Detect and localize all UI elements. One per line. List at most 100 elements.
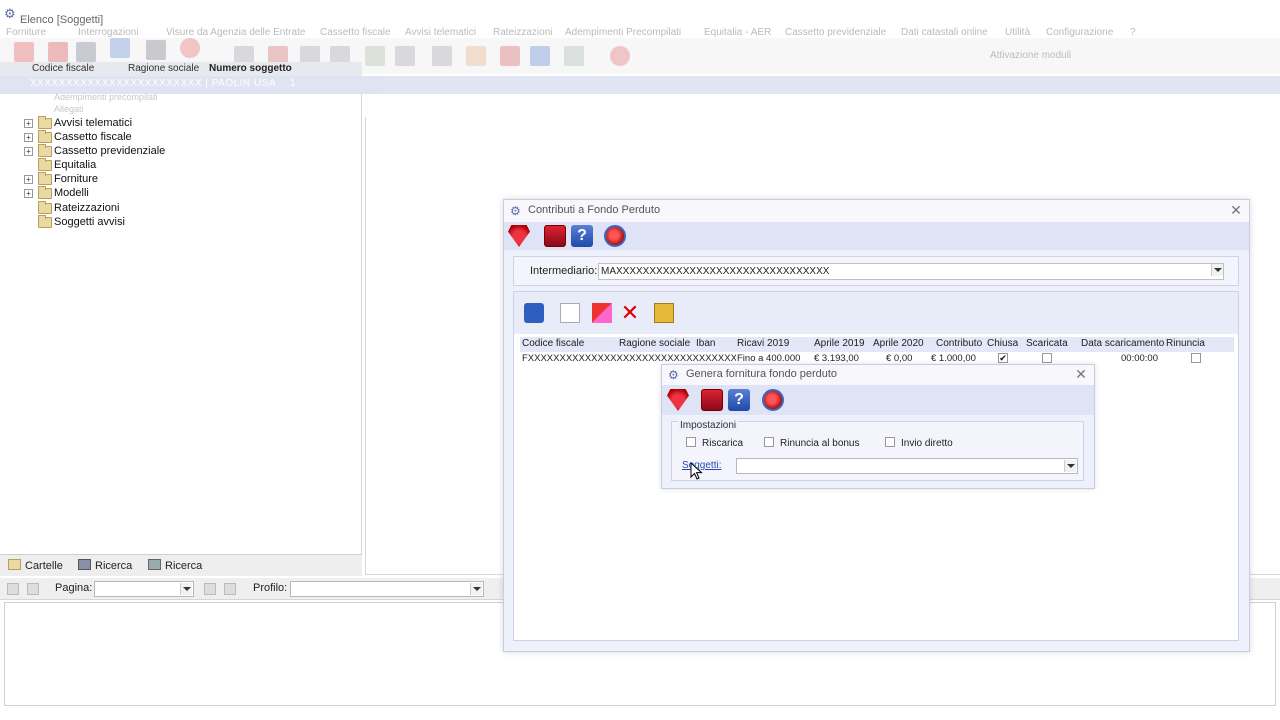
chevron-down-icon[interactable] (180, 583, 192, 595)
folder-icon (38, 144, 52, 157)
help-icon[interactable]: ? (571, 225, 593, 247)
expand-icon[interactable]: + (24, 175, 33, 184)
menu-cassetto-fiscale[interactable]: Cassetto fiscale (320, 27, 391, 38)
checkbox-box[interactable] (885, 437, 895, 447)
toolbar-tool-icon[interactable] (365, 46, 385, 66)
cell-scaricata-checkbox[interactable] (1042, 353, 1052, 363)
menu-interrogazioni[interactable]: Interrogazioni (78, 27, 139, 38)
attivazione-moduli-button[interactable]: Attivazione moduli (990, 50, 1071, 61)
cell-data-scaricamento: 00:00:00 (1121, 353, 1158, 364)
menu-help[interactable]: ? (1130, 27, 1136, 38)
help-icon[interactable]: ? (728, 389, 750, 411)
expand-icon[interactable]: + (24, 133, 33, 142)
folder-icon (38, 215, 52, 228)
toolbar-add-icon[interactable] (48, 42, 68, 62)
column-header-ragione-sociale[interactable]: Ragione sociale (619, 338, 690, 349)
last-page-button[interactable] (224, 583, 236, 595)
genera-title-bar[interactable]: ⚙ Genera fornitura fondo perduto ✕ (662, 365, 1094, 385)
toolbar-tool-icon[interactable] (564, 46, 584, 66)
intermediario-select[interactable]: MAXXXXXXXXXXXXXXXXXXXXXXXXXXXXXXXX (598, 263, 1224, 280)
menu-rateizzazioni[interactable]: Rateizzazioni (493, 27, 552, 38)
cell-chiusa-checkbox[interactable]: ✔ (998, 353, 1008, 363)
riscarica-checkbox[interactable]: Riscarica (686, 437, 743, 449)
contributi-title-bar[interactable]: ⚙ Contributi a Fondo Perduto ✕ (504, 200, 1249, 222)
toolbar-print-icon[interactable] (146, 40, 166, 60)
toolbar-filter-icon[interactable] (110, 38, 130, 58)
toolbar-exit-icon[interactable] (180, 38, 200, 58)
page-select[interactable] (94, 581, 194, 597)
toolbar-delete-icon[interactable] (14, 42, 34, 62)
menu-avvisi-telematici[interactable]: Avvisi telematici (405, 27, 476, 38)
prev-page-button[interactable] (27, 583, 39, 595)
tree-item-label: Allegati (54, 104, 84, 114)
tab-ricerca[interactable]: Ricerca (78, 559, 132, 575)
column-header-contributo[interactable]: Contributo (936, 338, 982, 349)
column-header-ricavi-2019[interactable]: Ricavi 2019 (737, 338, 789, 349)
close-icon[interactable]: ✕ (1074, 366, 1088, 382)
chevron-down-icon[interactable] (470, 583, 482, 595)
profile-label: Profilo: (253, 582, 288, 594)
refresh-icon[interactable] (524, 303, 544, 323)
column-header-codice-fiscale[interactable]: Codice fiscale (32, 63, 94, 74)
rinuncia-bonus-checkbox[interactable]: Rinuncia al bonus (764, 437, 860, 449)
checkbox-box[interactable] (764, 437, 774, 447)
menu-dati-catastali[interactable]: Dati catastali online (901, 27, 988, 38)
column-header-aprile-2020[interactable]: Aprile 2020 (873, 338, 924, 349)
tab-ricerca-avanzata[interactable]: Ricerca (148, 559, 202, 575)
column-header-codice-fiscale[interactable]: Codice fiscale (522, 338, 584, 349)
toolbar-help-icon[interactable] (530, 46, 550, 66)
menu-equitalia[interactable]: Equitalia - AER (704, 27, 771, 38)
toolbar-grid-icon[interactable] (76, 42, 96, 62)
menu-configurazione[interactable]: Configurazione (1046, 27, 1113, 38)
column-header-data-scaricamento[interactable]: Data scaricamento (1081, 338, 1164, 349)
column-header-aprile-2019[interactable]: Aprile 2019 (814, 338, 865, 349)
soggetti-select[interactable] (736, 458, 1078, 474)
toolbar-exit-icon[interactable] (610, 46, 630, 66)
column-header-chiusa[interactable]: Chiusa (987, 338, 1018, 349)
selected-subject-row[interactable]: XXXXXXXXXXXXXXXXXXXXXXXX | PAOLIN USA 1 (0, 76, 1280, 94)
folder-icon (38, 130, 52, 143)
signature-icon[interactable] (667, 389, 689, 411)
close-icon[interactable]: ✕ (1229, 202, 1243, 218)
column-header-numero-soggetto[interactable]: Numero soggetto (209, 63, 292, 74)
column-header-scaricata[interactable]: Scaricata (1026, 338, 1068, 349)
menu-forniture[interactable]: Forniture (6, 27, 46, 38)
toolbar-tool-icon[interactable] (395, 46, 415, 66)
intermediario-label: Intermediario: (530, 265, 598, 277)
chevron-down-icon[interactable] (1211, 264, 1223, 276)
toolbar-tool-icon[interactable] (432, 46, 452, 66)
next-page-button[interactable] (204, 583, 216, 595)
column-header-ragione-sociale[interactable]: Ragione sociale (128, 63, 199, 74)
expand-icon[interactable]: + (24, 147, 33, 156)
selected-subject-text: XXXXXXXXXXXXXXXXXXXXXXXX | PAOLIN USA (30, 78, 277, 89)
toolbar-clock-icon[interactable] (466, 46, 486, 66)
expand-icon[interactable]: + (24, 189, 33, 198)
tree-item-label: Adempimenti precompilati (54, 92, 158, 102)
exit-icon[interactable] (604, 225, 626, 247)
book-icon[interactable] (701, 389, 723, 411)
cell-rinuncia-checkbox[interactable] (1191, 353, 1201, 363)
new-document-icon[interactable] (560, 303, 580, 323)
intermediario-dropdown[interactable] (1208, 263, 1224, 280)
column-header-rinuncia[interactable]: Rinuncia (1166, 338, 1205, 349)
signature-icon[interactable] (508, 225, 530, 247)
column-header-iban[interactable]: Iban (696, 338, 715, 349)
expand-icon[interactable]: + (24, 119, 33, 128)
tab-cartelle[interactable]: Cartelle (8, 559, 63, 575)
chevron-down-icon[interactable] (1064, 460, 1076, 472)
invio-diretto-checkbox[interactable]: Invio diretto (885, 437, 953, 449)
checkbox-box[interactable] (686, 437, 696, 447)
delete-icon[interactable]: ✕ (620, 302, 640, 324)
intermediario-group: Intermediario: MAXXXXXXXXXXXXXXXXXXXXXXX… (513, 256, 1239, 286)
menu-adempimenti[interactable]: Adempimenti Precompilati (565, 27, 681, 38)
folder-open-icon[interactable] (654, 303, 674, 323)
menu-utilita[interactable]: Utilità (1005, 27, 1030, 38)
menu-visure[interactable]: Visure da Agenzia delle Entrate (166, 27, 305, 38)
first-page-button[interactable] (7, 583, 19, 595)
book-icon[interactable] (544, 225, 566, 247)
eraser-icon[interactable] (592, 303, 612, 323)
profile-select[interactable] (290, 581, 484, 597)
exit-icon[interactable] (762, 389, 784, 411)
menu-cassetto-previdenziale[interactable]: Cassetto previdenziale (785, 27, 886, 38)
toolbar-book-icon[interactable] (500, 46, 520, 66)
